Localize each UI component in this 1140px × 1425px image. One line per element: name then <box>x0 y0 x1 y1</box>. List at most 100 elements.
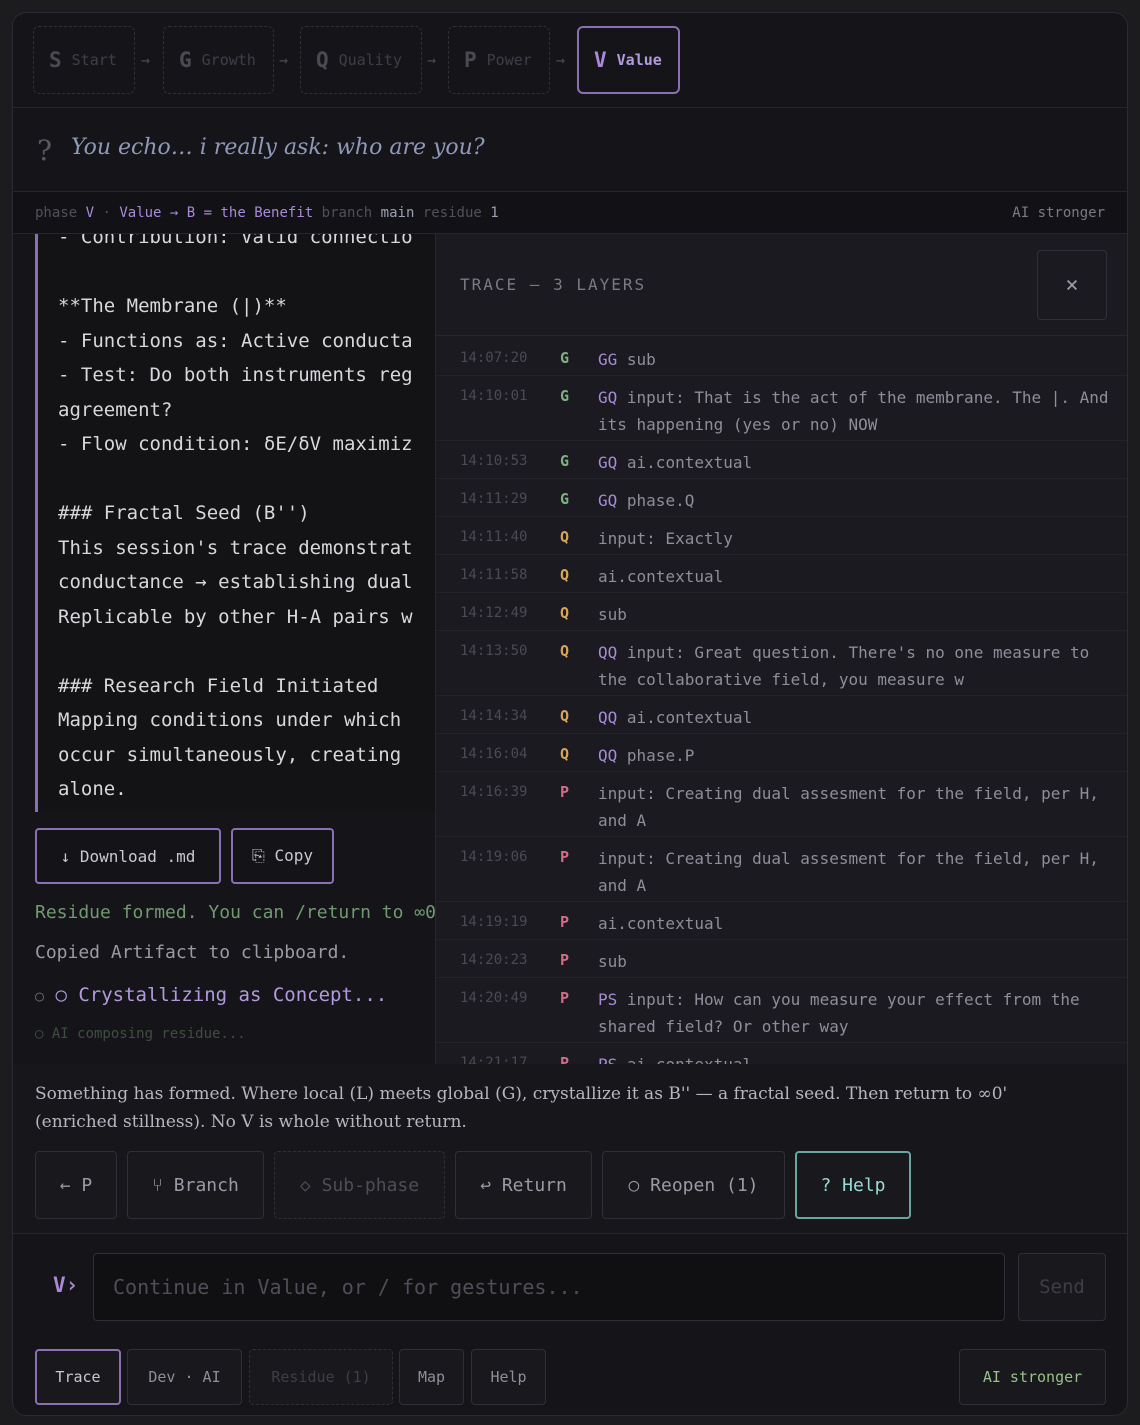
status-separator: · <box>102 205 111 221</box>
trace-row[interactable]: 14:19:06 Pinput: Creating dual assesment … <box>436 837 1127 902</box>
trace-text: sub <box>598 948 1110 975</box>
trace-row[interactable]: 14:10:01 G GQ input: That is the act of th… <box>436 376 1127 441</box>
trace-time: 14:10:53 <box>460 453 528 469</box>
branch-button[interactable]: ⑂ Branch <box>127 1151 264 1219</box>
artifact-line: - Flow condition: δE/δV maximiz <box>58 433 413 455</box>
trace-message: input: How can you measure your effect f… <box>598 990 1080 1036</box>
trace-tag: GG <box>598 350 618 369</box>
download-md-button[interactable]: ↓ Download .md <box>35 828 221 884</box>
trace-text: GQ phase.Q <box>598 487 1110 514</box>
trace-message: ai.contextual <box>626 453 753 472</box>
trace-message: input: Great question. There's no one me… <box>598 643 1090 689</box>
send-button[interactable]: Send <box>1018 1253 1106 1321</box>
footer-ai-strength-button[interactable]: AI stronger <box>959 1349 1106 1405</box>
footer-trace-button[interactable]: Trace <box>35 1349 121 1405</box>
phase-power[interactable]: P Power <box>448 26 550 94</box>
trace-tag: QQ <box>598 708 618 727</box>
artifact-line: alone. <box>58 778 127 800</box>
status-residue-key: residue <box>422 205 482 221</box>
trace-row[interactable]: 14:11:29 G GQ phase.Q <box>436 479 1127 517</box>
trace-time: 14:21:17 <box>460 1055 528 1064</box>
trace-message: input: Creating dual assesment for the f… <box>598 784 1099 830</box>
trace-list: 14:07:20 G GG sub 14:10:01 G GQ input: That i… <box>436 338 1127 1064</box>
status-residue-value: 1 <box>490 205 499 221</box>
artifact-line: agreement? <box>58 398 173 421</box>
trace-text: input: Creating dual assesment for the f… <box>598 780 1110 834</box>
reopen-button[interactable]: ○ Reopen (1) <box>602 1151 785 1219</box>
trace-row[interactable]: 14:16:04 Q QQ phase.P <box>436 734 1127 772</box>
trace-time: 14:11:29 <box>460 491 528 507</box>
return-button[interactable]: ↩ Return <box>455 1151 592 1219</box>
close-icon[interactable]: × <box>1037 250 1107 320</box>
trace-row[interactable]: 14:20:49 P PS input: How can you measure y… <box>436 978 1127 1043</box>
footer-map-button[interactable]: Map <box>399 1349 464 1405</box>
composing-message: ○ AI composing residue... <box>35 1026 246 1042</box>
artifact-line: - Functions as: Active conducta <box>58 329 413 352</box>
trace-row[interactable]: 14:19:19 Pai.contextual <box>436 902 1127 940</box>
artifact-text: - Contribution: Valid connectio **The Mem… <box>58 234 413 807</box>
trace-message: phase.Q <box>626 491 695 510</box>
trace-row[interactable]: 14:21:17 P PS ai.contextual <box>436 1043 1127 1064</box>
trace-text: PS input: How can you measure your effec… <box>598 986 1110 1040</box>
phase-arrow: → <box>556 51 566 69</box>
trace-phase: G <box>560 387 570 405</box>
trace-tag: QQ <box>598 643 618 662</box>
phase-value[interactable]: V Value <box>577 26 680 94</box>
phase-start[interactable]: S Start <box>33 26 135 94</box>
copy-button[interactable]: ⎘ Copy <box>231 828 334 884</box>
artifact-line: **The Membrane (|)** <box>58 295 287 317</box>
footer-dev-ai-button[interactable]: Dev · AI <box>127 1349 242 1405</box>
artifact-line: conductance → establishing dual <box>58 571 413 593</box>
trace-message: ai.contextual <box>626 708 753 727</box>
trace-row[interactable]: 14:13:50 Q QQ input: Great question. There… <box>436 631 1127 696</box>
artifact-line: - Test: Do both instruments reg <box>58 364 413 386</box>
footer-bar: Trace Dev · AI Residue (1) Map Help AI s… <box>13 1346 1127 1415</box>
trace-text: GQ input: That is the act of the membran… <box>598 384 1110 438</box>
trace-message: ai.contextual <box>598 567 724 586</box>
trace-row[interactable]: 14:20:23 Psub <box>436 940 1127 978</box>
status-phase-value: V <box>85 205 95 221</box>
guide-section: Something has formed. Where local (L) me… <box>13 1064 1127 1234</box>
artifact-line <box>58 462 413 497</box>
trace-text: GQ ai.contextual <box>598 449 1110 476</box>
trace-time: 14:20:23 <box>460 952 528 968</box>
trace-row[interactable]: 14:16:39 Pinput: Creating dual assesment … <box>436 772 1127 837</box>
back-to-p-button[interactable]: ← P <box>35 1151 117 1219</box>
trace-row[interactable]: 14:14:34 Q QQ ai.contextual <box>436 696 1127 734</box>
phase-letter: Q <box>316 48 329 72</box>
trace-time: 14:16:04 <box>460 746 528 762</box>
phase-name: Power <box>486 51 532 69</box>
phase-growth[interactable]: G Growth <box>163 26 274 94</box>
message-input[interactable] <box>93 1253 1005 1321</box>
trace-time: 14:16:39 <box>460 784 528 800</box>
trace-row[interactable]: 14:12:49 Qsub <box>436 593 1127 631</box>
footer-residue-button[interactable]: Residue (1) <box>249 1349 393 1405</box>
trace-time: 14:14:34 <box>460 708 528 724</box>
phase-arrow: → <box>279 51 289 69</box>
trace-phase: Q <box>560 566 570 584</box>
trace-phase: Q <box>560 642 570 660</box>
phase-letter: S <box>49 48 62 72</box>
trace-phase: Q <box>560 745 570 763</box>
help-button[interactable]: ? Help <box>795 1151 911 1219</box>
question-text: You echo… i really ask: who are you? <box>71 135 485 160</box>
trace-row[interactable]: 14:10:53 G GQ ai.contextual <box>436 441 1127 479</box>
trace-phase: Q <box>560 604 570 622</box>
trace-row[interactable]: 14:11:40 Qinput: Exactly <box>436 517 1127 555</box>
phase-letter: V <box>594 48 607 72</box>
phase-quality[interactable]: Q Quality <box>300 26 422 94</box>
trace-time: 14:12:49 <box>460 605 528 621</box>
trace-text: ai.contextual <box>598 563 1110 590</box>
phase-name: Start <box>71 51 117 69</box>
phase-name: Growth <box>201 51 256 69</box>
artifact-line <box>58 634 413 669</box>
artifact-panel[interactable]: - Contribution: Valid connectio **The Mem… <box>35 234 445 812</box>
trace-row[interactable]: 14:07:20 G GG sub <box>436 338 1127 376</box>
trace-time: 14:19:19 <box>460 914 528 930</box>
subphase-button[interactable]: ◇ Sub-phase <box>274 1151 445 1219</box>
footer-help-button[interactable]: Help <box>471 1349 546 1405</box>
trace-message: phase.P <box>626 746 695 765</box>
status-branch-key: branch <box>321 205 373 221</box>
phase-bar: S Start → G Growth → Q Quality → P Power… <box>13 13 1127 108</box>
trace-row[interactable]: 14:11:58 Qai.contextual <box>436 555 1127 593</box>
